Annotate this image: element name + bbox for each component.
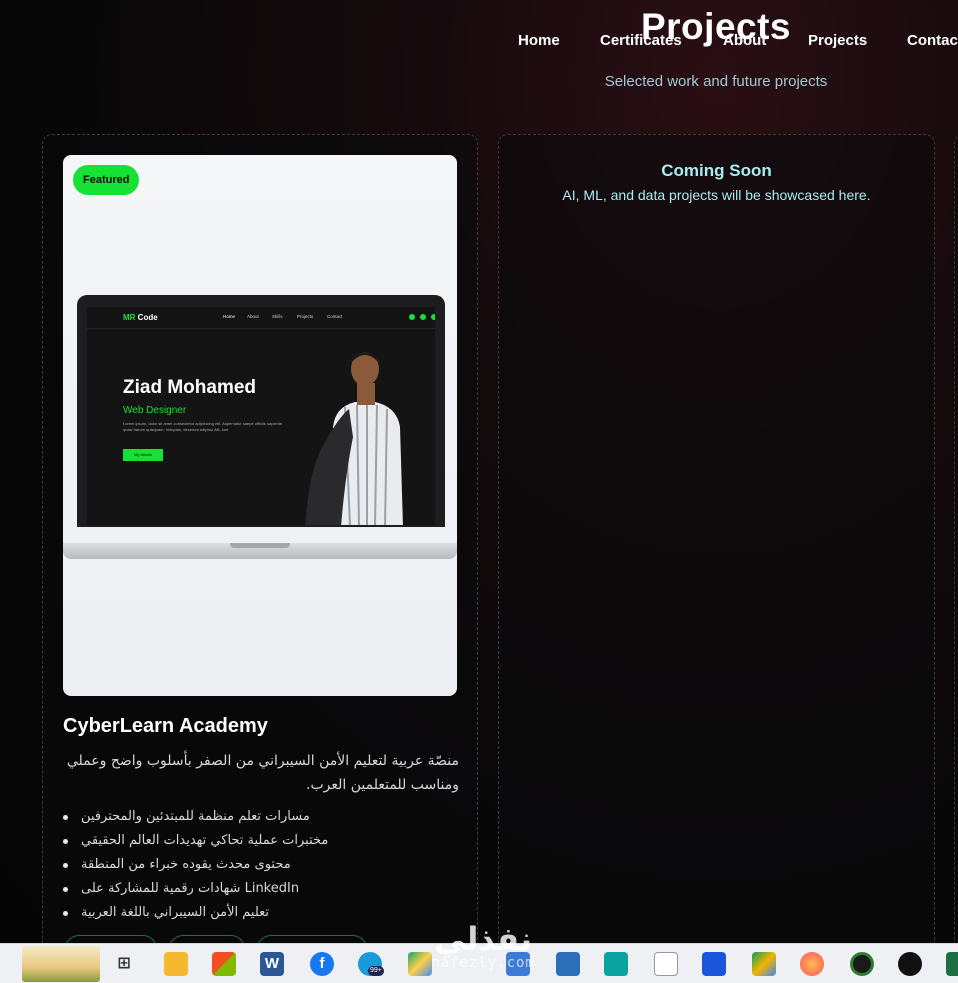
- preview-facebook-icon: [409, 314, 415, 320]
- excel-icon[interactable]: [946, 952, 958, 976]
- store-icon[interactable]: [212, 952, 236, 976]
- laptop-notch: [230, 543, 290, 548]
- preview-instagram-icon: [431, 314, 435, 320]
- feature-item: مختبرات عملية تحاكي تهديدات العالم الحقي…: [63, 829, 459, 853]
- watermark-arabic: نفذلي: [434, 920, 532, 958]
- laptop-mockup: MR Code Home About Skills Projects Conta…: [77, 295, 445, 527]
- person-photo: [305, 352, 403, 525]
- preview-nav-home: Home: [223, 314, 236, 319]
- nafezly-watermark: نفذلي nafezly.com: [418, 922, 548, 982]
- shield-app-icon[interactable]: [556, 952, 580, 976]
- coming-soon-title: Coming Soon: [661, 161, 772, 180]
- chatgpt-icon[interactable]: [898, 952, 922, 976]
- project-thumbnail[interactable]: Featured MR Code Home About Skills Proje…: [63, 155, 457, 696]
- p-app-icon[interactable]: [702, 952, 726, 976]
- feature-item: شهادات رقمية للمشاركة على LinkedIn: [63, 877, 459, 901]
- project-title: CyberLearn Academy: [63, 715, 268, 737]
- featured-badge: Featured: [73, 165, 140, 195]
- preview-nav: MR Code Home About Skills Projects Conta…: [87, 307, 435, 329]
- firefox-icon[interactable]: [800, 952, 824, 976]
- preview-name: Ziad Mohamed: [123, 377, 257, 398]
- feature-item: تعليم الأمن السيبراني باللغة العربية: [63, 901, 459, 925]
- file-explorer-icon[interactable]: [164, 952, 188, 976]
- feature-list: مسارات تعلم منظمة للمبتدئين والمحترفين م…: [63, 805, 459, 925]
- project-description: منصّة عربية لتعليم الأمن السيبراني من ال…: [66, 753, 459, 793]
- project-card-coming-soon: Coming Soon AI, ML, and data projects wi…: [498, 134, 935, 954]
- feature-item: محتوى محدث يقوده خبراء من المنطقة: [63, 853, 459, 877]
- watermark-latin: nafezly.com: [431, 955, 535, 971]
- preview-logo: MR Code: [123, 313, 158, 322]
- google-drive-icon[interactable]: [752, 952, 776, 976]
- preview-nav-about: About: [247, 314, 259, 319]
- facebook-icon[interactable]: f: [310, 952, 334, 976]
- preview-lorem: Lorem ipsum, dolor sit amet consectetur …: [123, 421, 283, 432]
- preview-button: My Works: [123, 449, 163, 461]
- k-app-icon[interactable]: [604, 952, 628, 976]
- laptop-screen: MR Code Home About Skills Projects Conta…: [87, 307, 435, 525]
- preview-twitter-icon: [420, 314, 426, 320]
- notification-badge: 99+: [368, 966, 384, 976]
- page-subtitle: Selected work and future projects: [604, 73, 828, 90]
- app-store-icon[interactable]: [654, 952, 678, 976]
- preview-nav-contact: Contact: [327, 314, 343, 319]
- word-icon[interactable]: W: [260, 952, 284, 976]
- widget-thumbnail[interactable]: [22, 946, 100, 982]
- page-title: Projects: [640, 6, 791, 47]
- green-app-icon[interactable]: [850, 952, 874, 976]
- feature-item: مسارات تعلم منظمة للمبتدئين والمحترفين: [63, 805, 459, 829]
- preview-nav-skills: Skills: [272, 314, 283, 319]
- nav-home[interactable]: Home: [518, 32, 560, 49]
- project-card-featured[interactable]: Featured MR Code Home About Skills Proje…: [42, 134, 478, 955]
- nav-contact[interactable]: Contac: [907, 32, 958, 49]
- project-card-partial: [954, 134, 958, 954]
- preview-nav-projects: Projects: [297, 314, 314, 319]
- coming-soon-text: AI, ML, and data projects will be showca…: [562, 187, 871, 203]
- task-view-icon[interactable]: ⊞: [112, 952, 136, 976]
- preview-role: Web Designer: [123, 405, 187, 416]
